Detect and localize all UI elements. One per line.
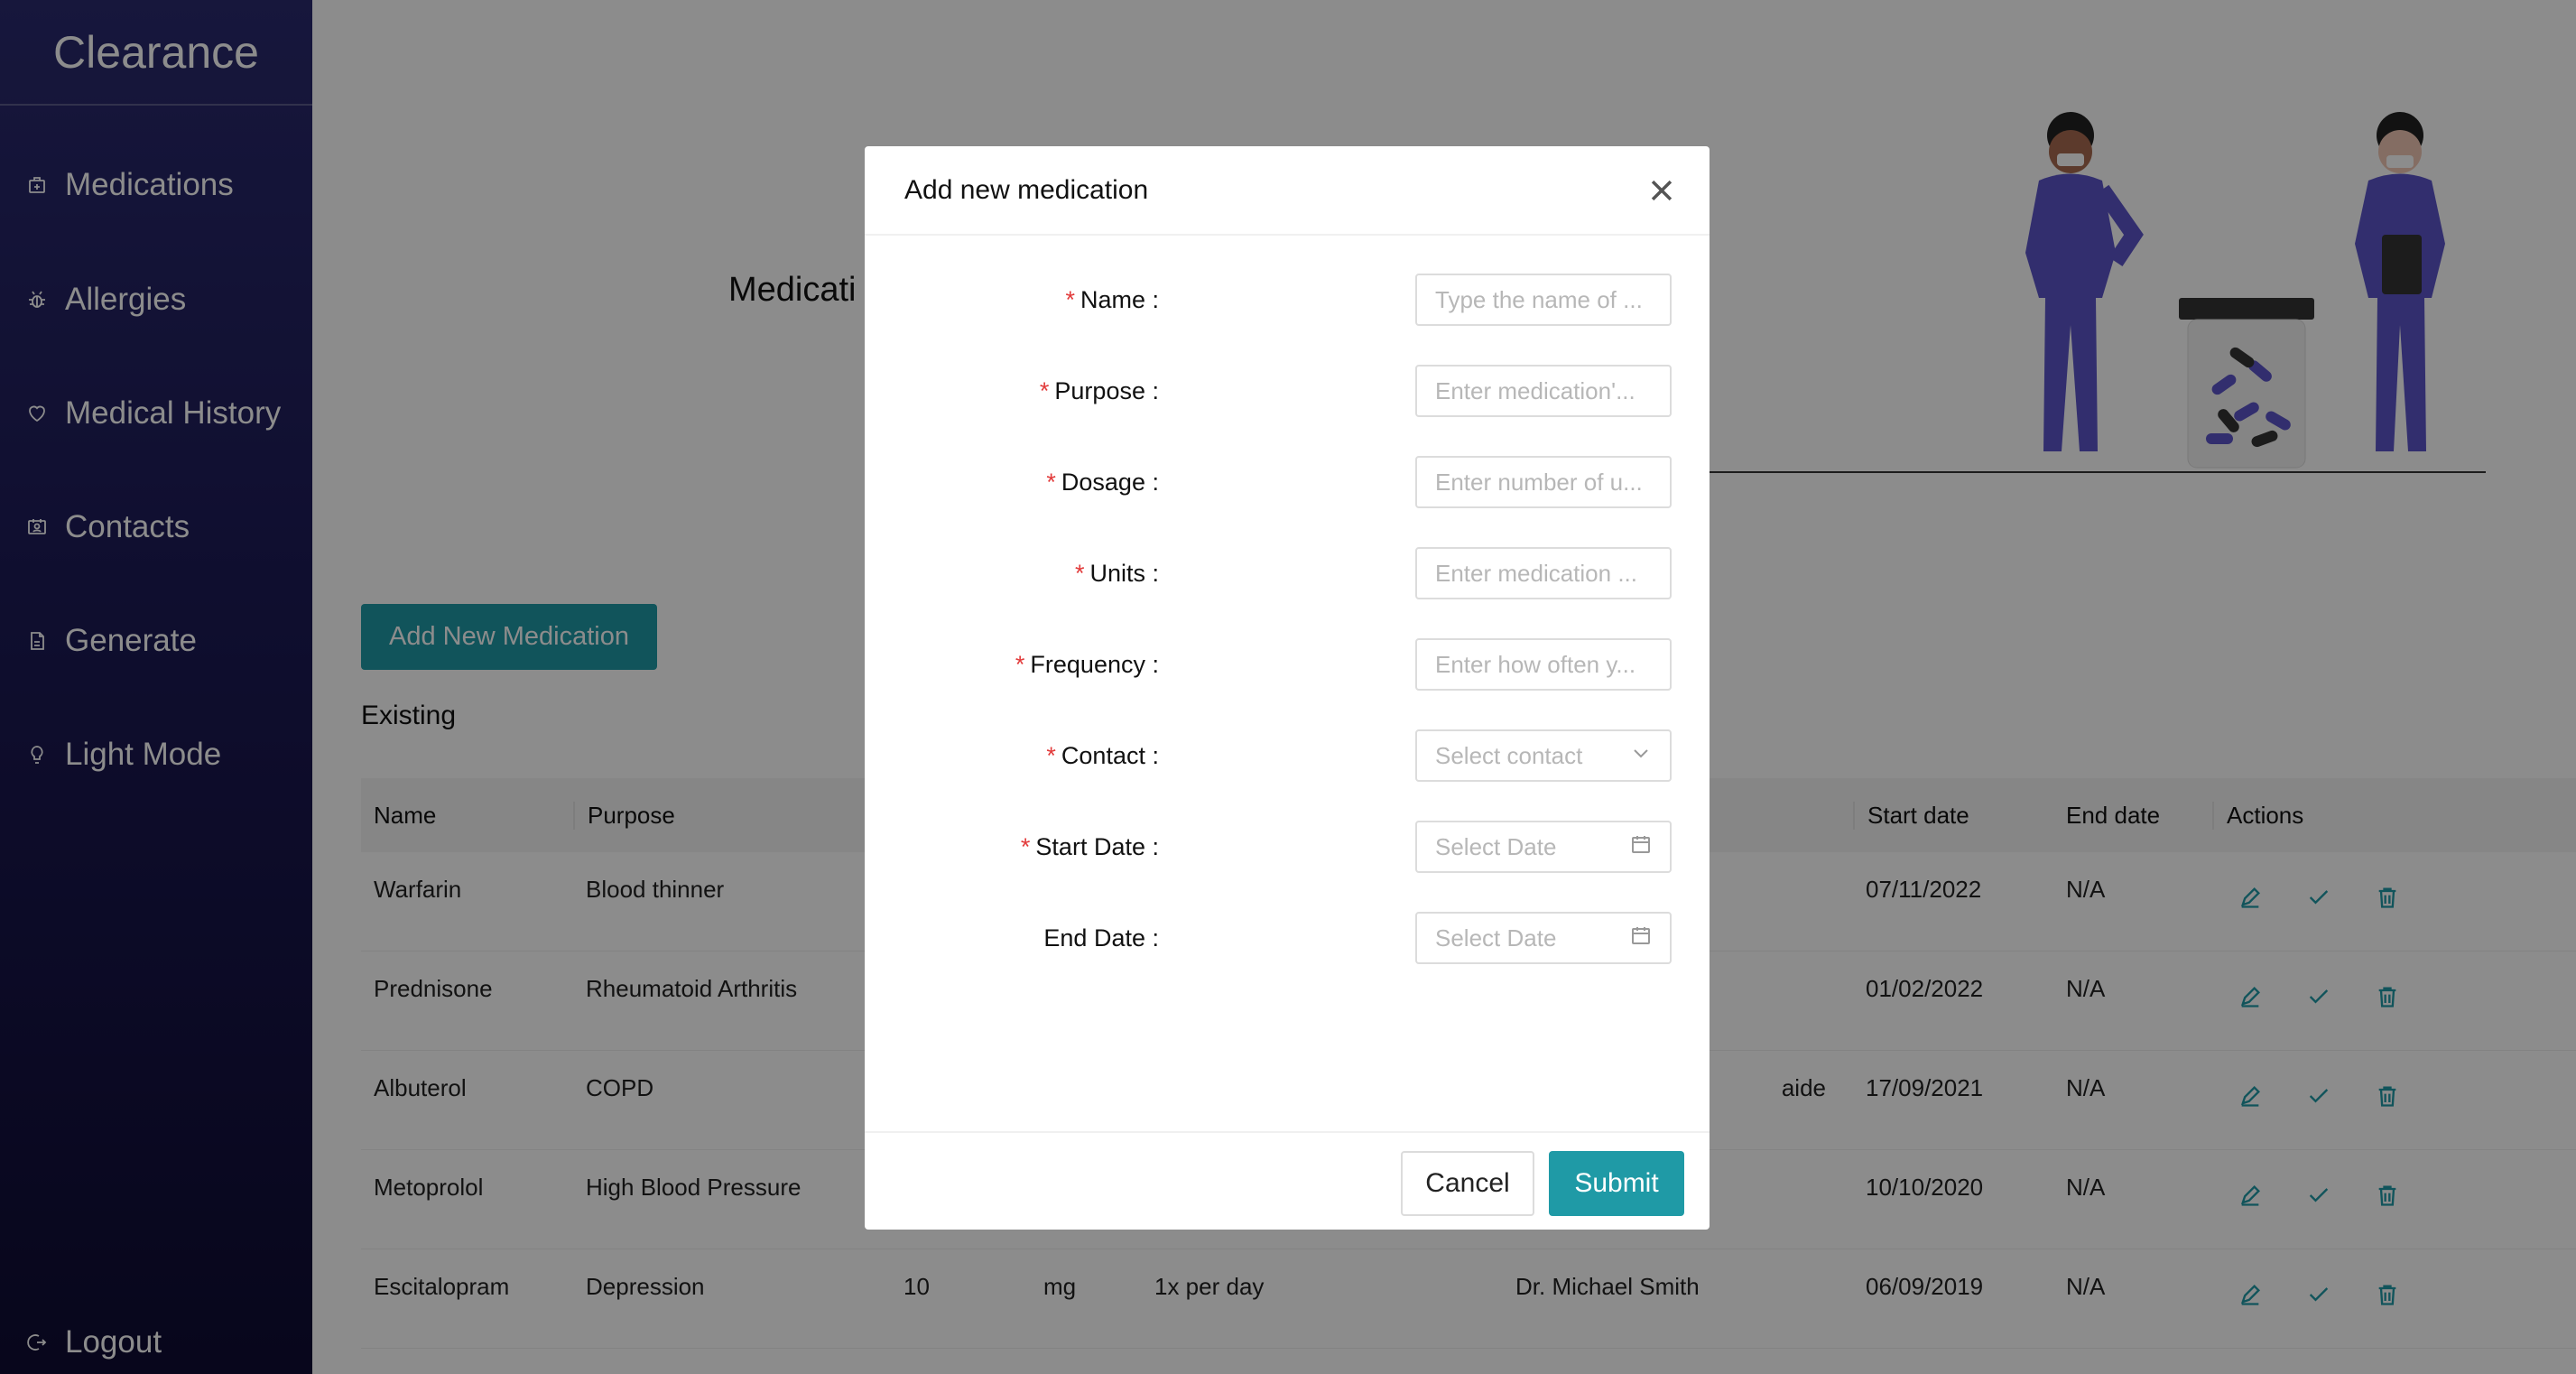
form-item-start-date: * Start Date : Select Date [865, 821, 1710, 875]
units-label: * Units : [1074, 560, 1159, 587]
purpose-label: * Purpose : [1039, 377, 1159, 404]
form-item-frequency: * Frequency : [865, 638, 1710, 692]
calendar-icon [1630, 924, 1652, 952]
form-item-contact: * Contact : Select contact [865, 729, 1710, 784]
form-item-purpose: * Purpose : [865, 365, 1710, 419]
name-input[interactable] [1415, 274, 1672, 326]
end-date-placeholder: Select Date [1435, 924, 1557, 952]
end-date-label: End Date : [1043, 924, 1159, 952]
dosage-label: * Dosage : [1046, 469, 1159, 496]
start-date-label: * Start Date : [1020, 833, 1159, 860]
modal-title: Add new medication [865, 146, 1710, 236]
end-date-picker[interactable]: Select Date [1415, 912, 1672, 964]
contact-select-placeholder: Select contact [1435, 741, 1583, 769]
dosage-input[interactable] [1415, 456, 1672, 508]
start-date-picker[interactable]: Select Date [1415, 821, 1672, 873]
contact-select[interactable]: Select contact [1415, 729, 1672, 782]
form-item-dosage: * Dosage : [865, 456, 1710, 510]
start-date-placeholder: Select Date [1435, 832, 1557, 860]
purpose-input[interactable] [1415, 365, 1672, 417]
contact-label: * Contact : [1046, 742, 1159, 769]
units-input[interactable] [1415, 547, 1672, 599]
name-label: * Name : [1065, 286, 1159, 313]
form-item-units: * Units : [865, 547, 1710, 601]
add-medication-modal: Add new medication *Name : *Purpose : *D… [865, 146, 1710, 1230]
frequency-label: * Frequency : [1015, 651, 1159, 678]
cancel-button[interactable]: Cancel [1401, 1151, 1534, 1216]
modal-footer: Cancel Submit [865, 1131, 1710, 1230]
close-icon[interactable] [1646, 175, 1677, 206]
frequency-input[interactable] [1415, 638, 1672, 691]
chevron-down-icon [1630, 742, 1652, 770]
form-item-end-date: End Date : Select Date [865, 912, 1710, 966]
form-item-name: * Name : [865, 274, 1710, 328]
calendar-icon [1630, 833, 1652, 861]
submit-button[interactable]: Submit [1549, 1151, 1684, 1216]
